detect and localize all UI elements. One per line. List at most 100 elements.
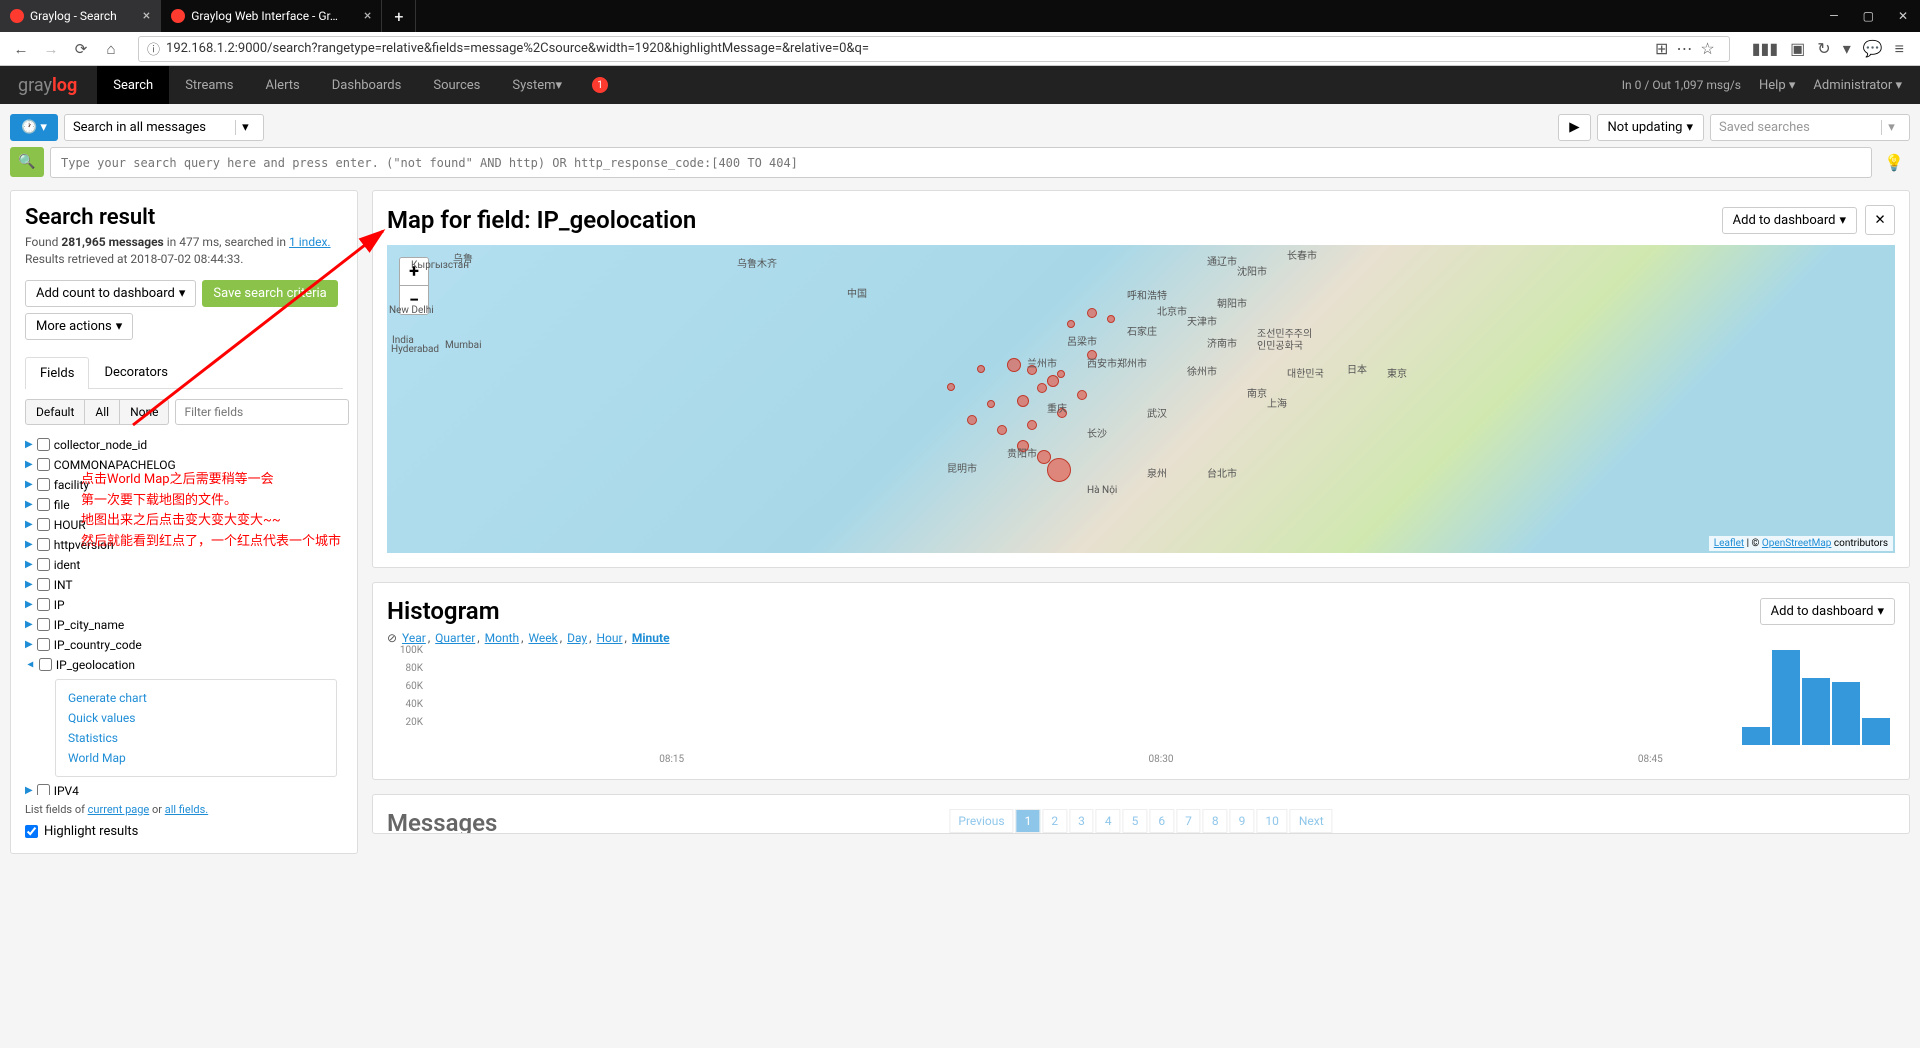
caret-icon[interactable]: ▶ [25,479,33,490]
map-marker[interactable] [997,425,1007,435]
field-checkbox[interactable] [39,658,52,671]
reload-button[interactable]: ⟳ [68,36,94,62]
histogram-chart[interactable]: 100K80K60K40K20K 08:1508:3008:45 [387,645,1895,765]
url-input[interactable] [166,41,1649,56]
add-histogram-dashboard-button[interactable]: Add to dashboard ▾ [1760,598,1895,625]
highlight-checkbox[interactable] [25,825,38,838]
histogram-bar[interactable] [1862,718,1890,745]
nav-item-system[interactable]: System ▾ [496,66,578,104]
add-count-dashboard-button[interactable]: Add count to dashboard ▾ [25,280,196,307]
caret-icon[interactable]: ▶ [25,439,33,450]
granularity-link[interactable]: Week [528,631,557,645]
pagination-page[interactable]: 7 [1176,809,1201,833]
url-bar[interactable]: ⓘ ⊞ ⋯ ☆ [138,36,1730,62]
nav-item-search[interactable]: Search [97,66,169,104]
notification-badge[interactable]: 1 [592,77,608,93]
close-icon[interactable]: × [364,8,371,24]
home-button[interactable]: ⌂ [98,36,124,62]
field-item[interactable]: ▶ facility [25,475,337,495]
field-item[interactable]: ▶ INT [25,575,337,595]
app-logo[interactable]: graylog [18,75,77,96]
caret-icon[interactable]: ▶ [25,559,33,570]
field-checkbox[interactable] [37,518,50,531]
map-marker[interactable] [1107,315,1115,323]
map-canvas[interactable]: + − Leaflet | © OpenStreetMap contributo… [387,245,1895,553]
field-item[interactable]: ▶ IP_city_name [25,615,337,635]
save-search-button[interactable]: Save search criteria [202,280,337,307]
menu-icon[interactable]: ≡ [1895,39,1904,59]
filter-input[interactable] [175,399,349,425]
map-marker[interactable] [1077,390,1087,400]
close-icon[interactable]: × [143,8,150,24]
caret-icon[interactable]: ▶ [25,519,33,530]
pagination-page[interactable]: 1 [1016,809,1041,833]
field-option-link[interactable]: Statistics [68,728,324,748]
field-checkbox[interactable] [37,618,50,631]
nav-item-dashboards[interactable]: Dashboards [316,66,418,104]
nav-item-alerts[interactable]: Alerts [250,66,316,104]
field-item[interactable]: ▶ collector_node_id [25,435,337,455]
browser-tab-2[interactable]: Graylog Web Interface - Gr… × [161,0,382,32]
sync-icon[interactable]: ↻ [1817,39,1830,59]
pagination-page[interactable]: 6 [1149,809,1174,833]
more-actions-button[interactable]: More actions ▾ [25,313,133,340]
field-item[interactable]: ▶ HOUR [25,515,337,535]
histogram-bar[interactable] [1802,678,1830,745]
filter-none-button[interactable]: None [120,399,169,425]
field-option-link[interactable]: World Map [68,748,324,768]
granularity-link[interactable]: Day [567,631,587,645]
granularity-link[interactable]: Hour [596,631,622,645]
field-checkbox[interactable] [37,538,50,551]
map-marker[interactable] [1037,383,1047,393]
browser-tab-1[interactable]: Graylog - Search × [0,0,161,32]
query-input[interactable] [50,147,1872,178]
pagination-prev[interactable]: Previous [949,809,1013,833]
forward-button[interactable]: → [38,36,64,62]
map-marker[interactable] [1057,370,1065,378]
map-marker[interactable] [1007,358,1021,372]
tab-fields[interactable]: Fields [25,357,89,389]
filter-default-button[interactable]: Default [25,399,85,425]
field-checkbox[interactable] [37,598,50,611]
pagination-next[interactable]: Next [1290,809,1333,833]
histogram-bar[interactable] [1772,650,1800,745]
close-icon[interactable]: ✕ [1898,9,1908,23]
caret-icon[interactable]: ▶ [25,459,33,470]
field-checkbox[interactable] [37,438,50,451]
map-marker[interactable] [1037,450,1051,464]
map-marker[interactable] [977,365,985,373]
filter-all-button[interactable]: All [85,399,120,425]
qr-icon[interactable]: ⊞ [1655,39,1668,58]
pagination-page[interactable]: 5 [1123,809,1148,833]
caret-icon[interactable]: ▶ [25,599,33,610]
caret-icon[interactable]: ▶ [25,785,33,795]
pagination-page[interactable]: 8 [1203,809,1228,833]
field-option-link[interactable]: Quick values [68,708,324,728]
field-checkbox[interactable] [37,638,50,651]
map-marker[interactable] [1087,308,1097,318]
field-checkbox[interactable] [37,458,50,471]
map-marker[interactable] [1067,320,1075,328]
scope-select[interactable]: Search in all messages▾ [64,114,264,141]
new-tab-button[interactable]: + [382,0,416,32]
caret-icon[interactable]: ▶ [25,619,33,630]
field-item[interactable]: ▶ file [25,495,337,515]
pagination-page[interactable]: 4 [1096,809,1121,833]
map-marker[interactable] [947,383,955,391]
minimize-icon[interactable]: — [1829,9,1838,23]
field-item[interactable]: ▶ IP [25,595,337,615]
histogram-bar[interactable] [1832,682,1860,745]
map-marker[interactable] [987,400,995,408]
nav-item-streams[interactable]: Streams [169,66,249,104]
highlight-toggle[interactable]: Highlight results [25,824,343,839]
field-item[interactable]: ▶ httpversion [25,535,337,555]
field-checkbox[interactable] [37,578,50,591]
back-button[interactable]: ← [8,36,34,62]
map-marker[interactable] [967,415,977,425]
chat-icon[interactable]: 💬 [1863,39,1883,59]
caret-icon[interactable]: ▶ [25,639,33,650]
help-menu[interactable]: Help ▾ [1759,78,1795,93]
tip-icon[interactable]: 💡 [1878,147,1910,178]
granularity-link[interactable]: Minute [632,631,670,645]
tab-decorators[interactable]: Decorators [89,356,183,388]
